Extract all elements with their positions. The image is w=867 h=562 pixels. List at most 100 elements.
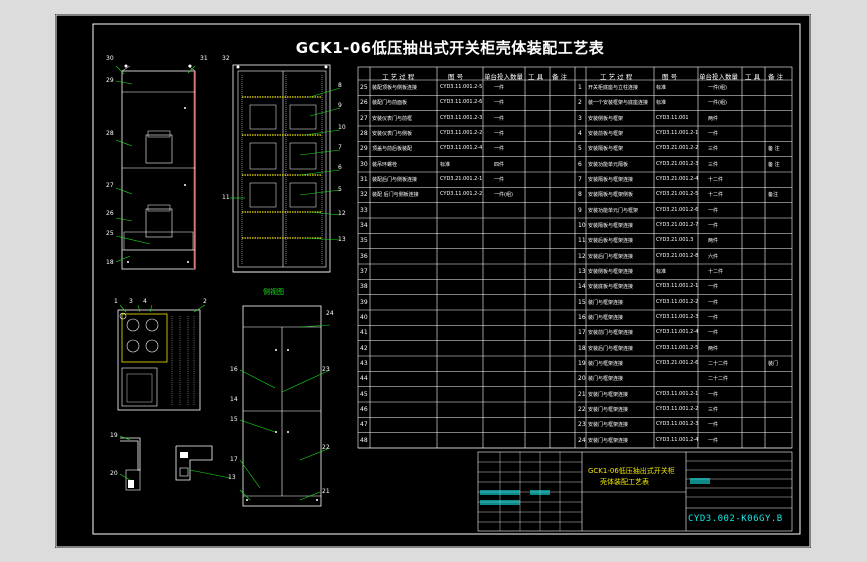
row-process: 安装门与框架连接 bbox=[588, 391, 629, 398]
row-quantity: 三件 bbox=[708, 146, 719, 153]
part-number-label: 14 bbox=[230, 396, 238, 403]
row-number: 29 bbox=[360, 145, 368, 153]
row-quantity: 一件 bbox=[708, 391, 719, 398]
row-process: 安装功能单元隔板 bbox=[588, 161, 629, 168]
row-quantity: 两件 bbox=[708, 345, 719, 352]
row-drawing-code: CYD3.11.001.2-4 bbox=[656, 436, 699, 443]
row-process: 装吊环螺栓 bbox=[372, 161, 398, 168]
row-drawing-code: CYD3.21.001.2-4 bbox=[656, 176, 699, 182]
row-number: 10 bbox=[578, 222, 586, 229]
row-quantity: 一件 bbox=[494, 115, 505, 122]
part-number-label: 28 bbox=[106, 130, 114, 137]
header-code-left: 图 号 bbox=[448, 73, 464, 81]
part-number-label: 17 bbox=[230, 456, 238, 463]
row-process: 安装侧板与框架 bbox=[588, 115, 624, 122]
header-process-right: 工 艺 过 程 bbox=[600, 73, 633, 81]
row-number: 3 bbox=[578, 114, 582, 122]
row-process: 安装门与框架连接 bbox=[588, 407, 629, 413]
row-number: 8 bbox=[578, 191, 582, 199]
row-quantity: 一件 bbox=[494, 131, 505, 137]
row-process: 安装前板与框架 bbox=[588, 131, 624, 137]
row-drawing-code: CYD3.11.001.2-2 bbox=[656, 406, 699, 412]
row-number: 13 bbox=[578, 268, 586, 275]
row-drawing-code: CYD3.21.001.2-5 bbox=[656, 191, 699, 198]
part-number-label: 20 bbox=[110, 470, 118, 477]
row-note: 备注 bbox=[768, 192, 779, 199]
part-number-label: 10 bbox=[338, 124, 346, 131]
row-number: 37 bbox=[360, 268, 368, 275]
row-quantity: 两件 bbox=[708, 115, 719, 122]
row-number: 25 bbox=[360, 84, 368, 91]
row-drawing-code: CYD3.11.001.2-5 bbox=[656, 344, 699, 351]
row-number: 19 bbox=[578, 360, 586, 367]
row-number: 35 bbox=[360, 237, 368, 245]
row-quantity: 一件 bbox=[708, 330, 719, 337]
part-number-label: 11 bbox=[222, 194, 230, 201]
row-number: 45 bbox=[360, 390, 368, 398]
row-number: 27 bbox=[360, 114, 368, 122]
row-number: 22 bbox=[578, 406, 586, 413]
row-process: 安装仪表门与前框 bbox=[372, 115, 413, 122]
row-quantity: 一件(组) bbox=[708, 85, 727, 91]
part-number-label: 19 bbox=[110, 432, 118, 439]
row-number: 1 bbox=[578, 84, 582, 91]
title-block-name-1: GCK1-06低压抽出式开关柜 bbox=[588, 467, 675, 475]
row-number: 6 bbox=[578, 160, 582, 168]
row-drawing-code: 标准 bbox=[440, 161, 451, 168]
part-number-label: 30 bbox=[106, 55, 114, 62]
part-number-label: 29 bbox=[106, 77, 114, 84]
row-drawing-code: 标准 bbox=[656, 269, 667, 275]
part-number-label: 27 bbox=[106, 182, 114, 189]
part-number-label: 32 bbox=[222, 55, 230, 62]
row-number: 31 bbox=[360, 176, 368, 183]
row-quantity: 六件 bbox=[708, 253, 719, 260]
part-number-label: 13 bbox=[228, 474, 236, 481]
row-number: 5 bbox=[578, 145, 582, 153]
row-number: 36 bbox=[360, 252, 368, 260]
row-process: 装门与框架连接 bbox=[588, 376, 624, 383]
row-process: 安装隔板与框架连接 bbox=[588, 223, 634, 229]
row-process: 装门与框架连接 bbox=[588, 315, 624, 321]
row-drawing-code: CYD3.11.001.2-4 bbox=[440, 145, 483, 152]
part-number-label: 22 bbox=[322, 444, 330, 451]
row-process: 装配后门与侧板连接 bbox=[372, 177, 418, 183]
row-number: 44 bbox=[360, 375, 368, 383]
row-process: 安装前门与框架连接 bbox=[588, 330, 634, 337]
row-drawing-code: 标准 bbox=[656, 100, 667, 107]
row-process: 安装后门与框架连接 bbox=[588, 253, 634, 260]
row-number: 30 bbox=[360, 160, 368, 168]
header-code-right: 图 号 bbox=[662, 73, 678, 81]
row-number: 43 bbox=[360, 360, 368, 367]
row-drawing-code: CYD3.11.001.2-1 bbox=[656, 390, 699, 397]
row-number: 14 bbox=[578, 283, 586, 291]
row-note: 装门 bbox=[768, 361, 779, 367]
row-process: 安装隔板与框架连接 bbox=[588, 177, 634, 183]
row-quantity: 两件 bbox=[708, 238, 719, 245]
row-drawing-code: CYD3.11.001.2-2 bbox=[440, 191, 483, 198]
row-quantity: 三件 bbox=[708, 161, 719, 168]
row-quantity: 一件 bbox=[708, 437, 719, 444]
row-quantity: 十二件 bbox=[708, 177, 724, 183]
row-drawing-code: CYD3.11.001.2-6 bbox=[440, 99, 483, 106]
row-drawing-code: CYD3.11.001.2-3 bbox=[440, 114, 483, 121]
row-drawing-code: CYD3.21.001.2-6 bbox=[656, 360, 699, 366]
row-process: 装配顶板与侧板连接 bbox=[372, 85, 418, 91]
title-block-name-2: 壳体装配工艺表 bbox=[600, 478, 649, 486]
row-number: 23 bbox=[578, 421, 586, 429]
row-drawing-code: CYD3.21.001.2-2 bbox=[656, 145, 699, 152]
row-number: 40 bbox=[360, 314, 368, 321]
row-number: 48 bbox=[360, 436, 368, 444]
row-number: 24 bbox=[578, 436, 586, 444]
row-quantity: 十二件 bbox=[708, 269, 724, 275]
part-number-label: 1 bbox=[114, 298, 118, 305]
row-drawing-code: CYD3.11.001.2-4 bbox=[656, 329, 699, 336]
row-drawing-code: CYD3.11.001 bbox=[656, 114, 689, 121]
row-drawing-code: CYD3.21.001.2-7 bbox=[656, 222, 699, 228]
row-quantity: 一件 bbox=[708, 207, 719, 214]
row-number: 46 bbox=[360, 406, 368, 413]
row-process: 安装仪表门与侧板 bbox=[372, 131, 413, 137]
part-number-label: 6 bbox=[338, 164, 342, 171]
sheet-background bbox=[55, 14, 811, 548]
row-number: 32 bbox=[360, 191, 368, 199]
part-number-label: 9 bbox=[338, 102, 342, 109]
